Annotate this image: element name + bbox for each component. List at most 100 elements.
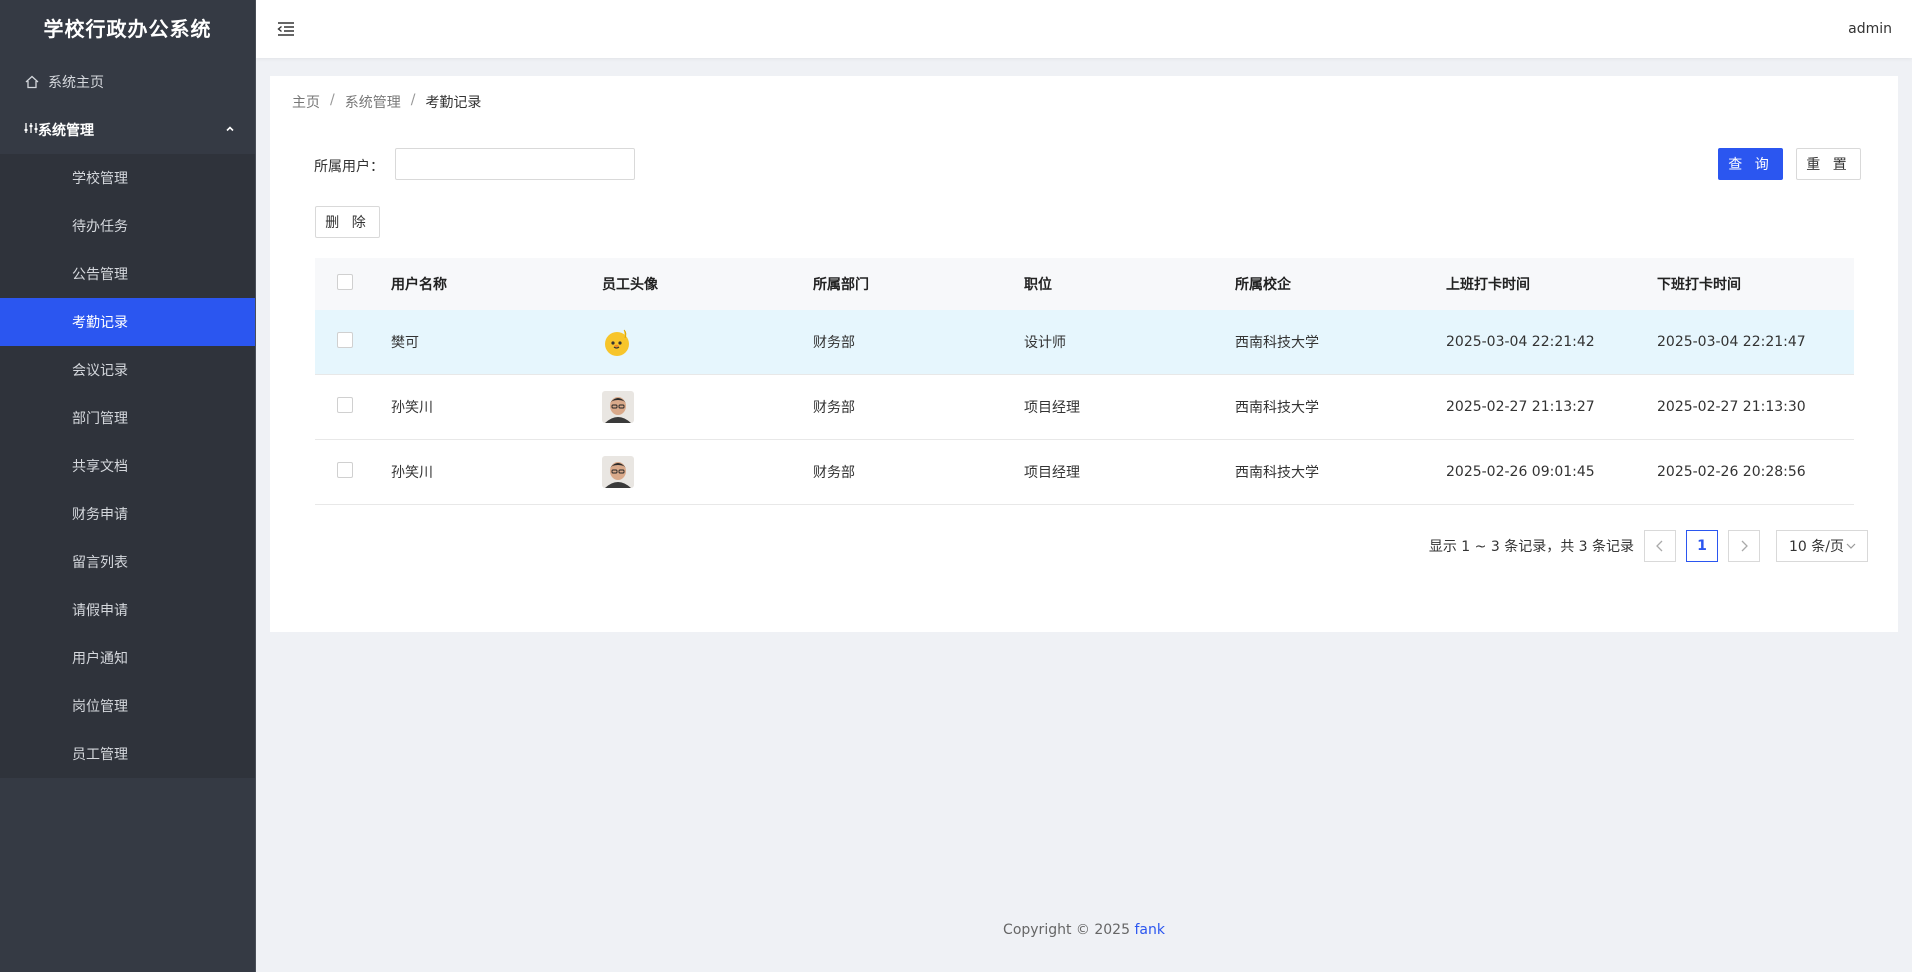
sidebar-item-employees[interactable]: 员工管理: [0, 730, 255, 778]
cell-school: 西南科技大学: [1235, 335, 1319, 351]
row-checkbox[interactable]: [337, 462, 353, 478]
menu-toggle-icon[interactable]: [276, 19, 296, 39]
user-filter-label: 所属用户：: [314, 159, 384, 175]
table-row[interactable]: 樊可 财务部 设计师 西南科技大学 2025-03-04 22:21:42 20…: [315, 310, 1854, 375]
cell-department: 财务部: [813, 400, 855, 416]
cell-school: 西南科技大学: [1235, 400, 1319, 416]
select-all-checkbox[interactable]: [337, 274, 353, 290]
content-card: 主页 / 系统管理 / 考勤记录 所属用户： 查 询 重 置 删 除 用户名称 …: [270, 76, 1898, 632]
cell-checkout-time: 2025-02-27 21:13:30: [1657, 399, 1806, 415]
cell-checkout-time: 2025-02-26 20:28:56: [1657, 464, 1806, 480]
breadcrumb-separator: /: [410, 92, 416, 108]
sidebar-item-home[interactable]: 系统主页: [0, 58, 255, 106]
chevron-left-icon: [1656, 540, 1663, 552]
delete-button[interactable]: 删 除: [315, 206, 380, 238]
top-header: admin: [256, 0, 1912, 58]
row-checkbox[interactable]: [337, 332, 353, 348]
sidebar-group-system[interactable]: 系统管理: [0, 106, 255, 154]
column-header: 所属部门: [813, 277, 869, 293]
sidebar-item-label: 公告管理: [72, 267, 128, 283]
pagination-summary: 显示 1 ~ 3 条记录，共 3 条记录: [1428, 539, 1634, 555]
sidebar-item-school[interactable]: 学校管理: [0, 154, 255, 202]
breadcrumb-home[interactable]: 主页: [292, 92, 320, 112]
sidebar-item-documents[interactable]: 共享文档: [0, 442, 255, 490]
sidebar-item-positions[interactable]: 岗位管理: [0, 682, 255, 730]
footer: Copyright © 2025 fank: [256, 922, 1912, 938]
cell-checkin-time: 2025-02-27 21:13:27: [1446, 399, 1595, 415]
breadcrumb-separator: /: [330, 92, 335, 108]
sidebar-item-label: 岗位管理: [72, 699, 128, 715]
column-header: 下班打卡时间: [1657, 277, 1741, 293]
sidebar: 学校行政办公系统 系统主页 系统管理 学校管理 待办任务 公告管理 考勤记录 会…: [0, 0, 256, 972]
table-row[interactable]: 孙笑川 财务部 项目经理 西南科技大学 2025-02-27 21:13:27: [315, 375, 1854, 440]
sidebar-item-label: 考勤记录: [72, 315, 128, 331]
sidebar-item-leave[interactable]: 请假申请: [0, 586, 255, 634]
table-row[interactable]: 孙笑川 财务部 项目经理 西南科技大学 2025-02-26 09:01:45: [315, 440, 1854, 505]
cell-username: 孙笑川: [391, 465, 433, 481]
table-header: 用户名称 员工头像 所属部门 职位 所属校企 上班打卡时间 下班打卡时间: [315, 258, 1854, 310]
page-size-select[interactable]: 10 条/页: [1776, 530, 1868, 562]
next-page-button[interactable]: [1728, 530, 1760, 562]
sidebar-item-label: 学校管理: [72, 171, 128, 187]
cell-position: 项目经理: [1024, 465, 1080, 481]
cell-department: 财务部: [813, 465, 855, 481]
app-title: 学校行政办公系统: [43, 17, 212, 41]
column-header: 上班打卡时间: [1446, 277, 1530, 293]
sidebar-item-label: 用户通知: [72, 651, 128, 667]
user-filter-input[interactable]: [395, 148, 635, 180]
sidebar-item-attendance[interactable]: 考勤记录: [0, 298, 255, 346]
query-button[interactable]: 查 询: [1718, 148, 1783, 180]
sidebar-item-label: 员工管理: [72, 747, 128, 763]
sidebar-item-notice[interactable]: 公告管理: [0, 250, 255, 298]
breadcrumb-current: 考勤记录: [425, 95, 482, 111]
pagination: 显示 1 ~ 3 条记录，共 3 条记录 1 10 条/页: [1429, 530, 1868, 562]
column-header: 职位: [1024, 277, 1052, 293]
breadcrumb: 主页 / 系统管理 / 考勤记录: [292, 92, 481, 112]
cell-username: 樊可: [391, 335, 419, 351]
cell-username: 孙笑川: [391, 400, 433, 416]
sidebar-item-finance[interactable]: 财务申请: [0, 490, 255, 538]
sidebar-item-label: 系统主页: [48, 75, 104, 91]
cell-checkin-time: 2025-03-04 22:21:42: [1446, 334, 1595, 350]
sidebar-item-label: 待办任务: [72, 219, 128, 235]
cartoon-chick-avatar: [602, 326, 634, 358]
chevron-right-icon: [1741, 540, 1748, 552]
home-icon: [24, 74, 40, 90]
breadcrumb-parent[interactable]: 系统管理: [345, 92, 401, 112]
cell-checkout-time: 2025-03-04 22:21:47: [1657, 334, 1806, 350]
chevron-down-icon: [1846, 543, 1856, 549]
sidebar-item-meeting[interactable]: 会议记录: [0, 346, 255, 394]
sidebar-item-label: 共享文档: [72, 459, 128, 475]
sidebar-group-label: 系统管理: [38, 123, 94, 139]
cell-position: 项目经理: [1024, 400, 1080, 416]
column-header: 用户名称: [391, 277, 447, 293]
cell-school: 西南科技大学: [1235, 465, 1319, 481]
settings-sliders-icon: [24, 121, 38, 139]
person-photo-avatar: [602, 391, 634, 423]
column-header: 所属校企: [1235, 277, 1291, 293]
attendance-table: 用户名称 员工头像 所属部门 职位 所属校企 上班打卡时间 下班打卡时间 樊可: [315, 258, 1854, 505]
sidebar-item-messages[interactable]: 留言列表: [0, 538, 255, 586]
column-header: 员工头像: [602, 277, 658, 293]
page-number-button[interactable]: 1: [1686, 530, 1718, 562]
person-photo-avatar: [602, 456, 634, 488]
author-link[interactable]: fank: [1134, 922, 1165, 938]
sidebar-item-label: 部门管理: [72, 411, 128, 427]
reset-button[interactable]: 重 置: [1796, 148, 1861, 180]
sidebar-item-label: 请假申请: [72, 603, 128, 619]
sidebar-item-label: 财务申请: [72, 507, 128, 523]
chevron-up-icon: [225, 122, 235, 138]
sidebar-item-notifications[interactable]: 用户通知: [0, 634, 255, 682]
row-checkbox[interactable]: [337, 397, 353, 413]
sidebar-submenu: 学校管理 待办任务 公告管理 考勤记录 会议记录 部门管理 共享文档 财务申请 …: [0, 154, 255, 778]
cell-department: 财务部: [813, 335, 855, 351]
copyright-text: Copyright © 2025: [1003, 922, 1130, 938]
page-size-value: 10 条/页: [1789, 539, 1844, 555]
user-menu[interactable]: admin: [1848, 21, 1892, 37]
cell-checkin-time: 2025-02-26 09:01:45: [1446, 464, 1595, 480]
sidebar-item-label: 留言列表: [72, 555, 128, 571]
sidebar-item-todo[interactable]: 待办任务: [0, 202, 255, 250]
prev-page-button[interactable]: [1644, 530, 1676, 562]
sidebar-item-department[interactable]: 部门管理: [0, 394, 255, 442]
cell-position: 设计师: [1024, 335, 1066, 351]
